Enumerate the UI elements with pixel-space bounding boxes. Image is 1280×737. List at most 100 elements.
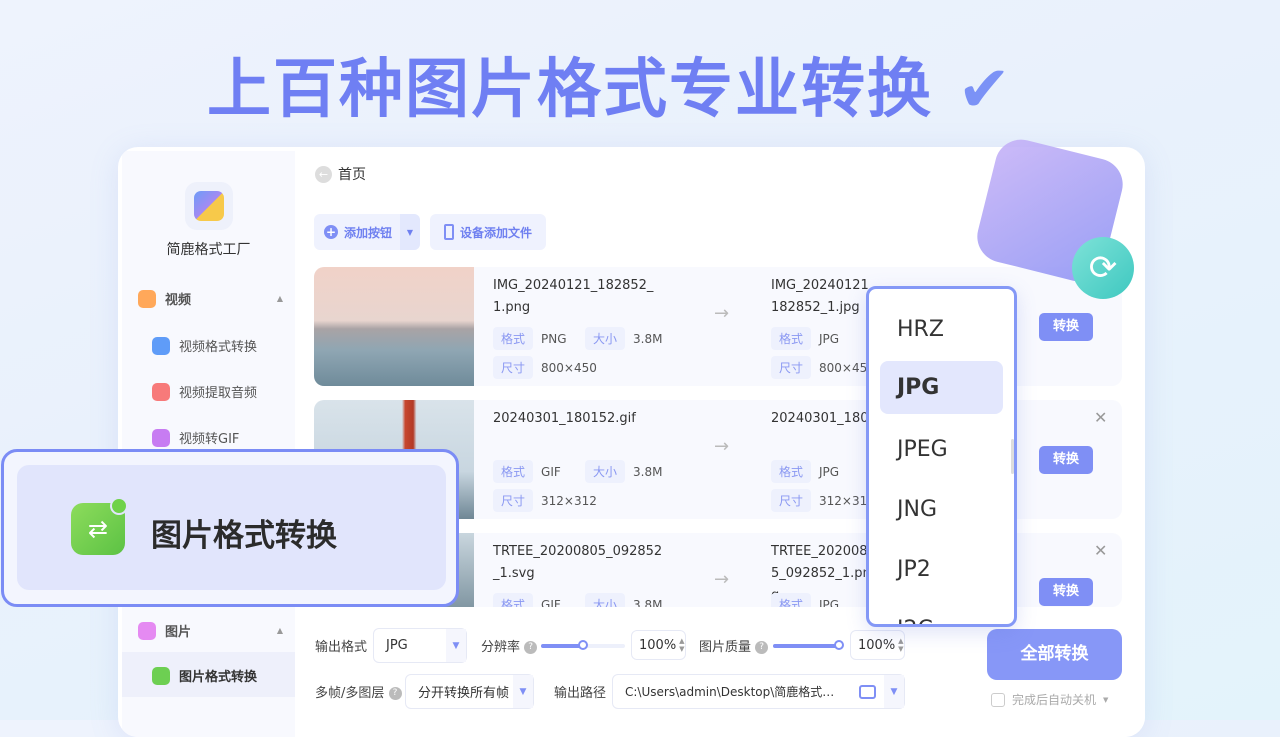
resolution-input[interactable]: 100%▲▼ — [631, 630, 686, 660]
dropdown-scrollbar[interactable] — [1011, 439, 1014, 474]
source-format: 格式 GIF — [493, 460, 561, 483]
folder-icon[interactable] — [859, 685, 876, 699]
target-filename: IMG_20240121_182852_1.jpg — [771, 275, 881, 319]
tag-value: JPG — [819, 465, 839, 479]
sidebar-item-image-convert[interactable]: 图片格式转换 — [152, 666, 257, 685]
collapse-icon: ▲ — [277, 626, 283, 635]
tag-label: 格式 — [493, 460, 533, 483]
remove-icon[interactable]: ✕ — [1094, 541, 1107, 560]
sidebar: 简鹿格式工厂 视频▲ 视频格式转换 视频提取音频 视频转GIF 图片▲ 图片格式… — [122, 151, 295, 737]
dropdown-option[interactable]: HRZ — [897, 317, 944, 342]
tag-value: 3.8M — [633, 332, 662, 346]
image-icon — [138, 622, 156, 640]
resolution-slider[interactable] — [541, 644, 625, 648]
app-logo-icon — [185, 182, 233, 230]
help-icon[interactable]: ? — [524, 641, 537, 654]
add-label: 添加按钮 — [344, 224, 392, 241]
sidebar-item-video-gif[interactable]: 视频转GIF — [152, 428, 239, 447]
tag-value: PNG — [541, 332, 567, 346]
source-size: 大小3.8M — [585, 460, 662, 483]
stepper-icon[interactable]: ▲▼ — [898, 637, 903, 653]
help-icon[interactable]: ? — [389, 687, 402, 700]
thumbnail-image — [314, 267, 474, 386]
sidebar-item-extract-audio[interactable]: 视频提取音频 — [152, 382, 257, 401]
tag-label: 格式 — [771, 593, 811, 607]
format-dropdown[interactable]: HRZ JPG JPEG JNG JP2 J2C — [866, 286, 1017, 627]
chevron-down-icon[interactable]: ▼ — [1103, 696, 1108, 704]
output-format-select[interactable]: JPG▼ — [373, 628, 467, 663]
item-label: 视频格式转换 — [179, 336, 257, 355]
device-add-button[interactable]: 设备添加文件 — [430, 214, 546, 250]
output-path-value: C:\Users\admin\Desktop\简鹿格式… — [625, 683, 834, 700]
back-label: 首页 — [338, 164, 366, 184]
slider-fill — [773, 644, 839, 648]
source-dims: 尺寸800×450 — [493, 356, 597, 379]
tag-label: 大小 — [585, 327, 625, 350]
chevron-down-icon: ▼ — [884, 675, 904, 708]
auto-shutdown-label: 完成后自动关机 — [1012, 691, 1096, 708]
video-convert-icon — [152, 337, 170, 355]
source-format: 格式 GIF — [493, 593, 561, 607]
slider-fill — [541, 644, 583, 648]
item-label: 视频转GIF — [179, 428, 239, 447]
slider-thumb[interactable] — [578, 640, 588, 650]
tag-label: 尺寸 — [493, 489, 533, 512]
back-button[interactable]: ← 首页 — [315, 164, 366, 184]
auto-shutdown-checkbox[interactable]: 完成后自动关机 ▼ — [991, 691, 1108, 708]
item-label: 图片格式转换 — [179, 666, 257, 685]
tag-value: GIF — [541, 465, 561, 479]
tag-value: JPG — [819, 332, 839, 346]
stepper-icon[interactable]: ▲▼ — [679, 637, 684, 653]
add-dropdown-icon[interactable]: ▼ — [400, 214, 420, 250]
dropdown-option[interactable]: J2C — [897, 617, 933, 627]
target-dims: 尺寸312×312 — [771, 489, 875, 512]
source-size: 大小 3.8M — [585, 327, 662, 350]
tag-label: 大小 — [585, 460, 625, 483]
tag-value: GIF — [541, 598, 561, 608]
target-format: 格式 JPG — [771, 460, 839, 483]
target-format: 格式JPG — [771, 593, 839, 607]
tag-label: 格式 — [493, 593, 533, 607]
checkbox[interactable] — [991, 693, 1005, 707]
convert-button[interactable]: 转换 — [1039, 578, 1093, 606]
dropdown-option[interactable]: JPEG — [897, 437, 948, 462]
sidebar-item-video-convert[interactable]: 视频格式转换 — [152, 336, 257, 355]
convert-button[interactable]: 转换 — [1039, 313, 1093, 341]
tag-label: 尺寸 — [771, 356, 811, 379]
dropdown-option[interactable]: JP2 — [897, 557, 931, 582]
slider-thumb[interactable] — [834, 640, 844, 650]
dropdown-option-selected[interactable]: JPG — [880, 361, 1003, 414]
dropdown-option[interactable]: JNG — [897, 497, 937, 522]
output-path-field[interactable]: C:\Users\admin\Desktop\简鹿格式… ▼ — [612, 674, 905, 709]
source-dims: 尺寸312×312 — [493, 489, 597, 512]
checkmark-icon: ✔ — [957, 53, 1013, 127]
frames-label-text: 多帧/多图层 — [315, 686, 384, 701]
output-format-value: JPG — [386, 638, 408, 653]
item-label: 视频提取音频 — [179, 382, 257, 401]
output-path-label: 输出路径 — [554, 682, 606, 701]
remove-icon[interactable]: ✕ — [1094, 408, 1107, 427]
source-filename: IMG_20240121_182852_1.png — [493, 275, 663, 319]
quality-slider[interactable] — [773, 644, 839, 648]
group-label: 视频 — [165, 289, 191, 308]
arrow-right-icon: → — [714, 303, 729, 324]
convert-button[interactable]: 转换 — [1039, 446, 1093, 474]
quality-input[interactable]: 100%▲▼ — [850, 630, 905, 660]
headline-text: 上百种图片格式专业转换 — [207, 53, 933, 127]
settings-panel: 输出格式 JPG▼ 分辨率 ? 100%▲▼ 图片质量 ? 100%▲▼ 多帧/… — [295, 607, 1145, 737]
frames-select[interactable]: 分开转换所有帧▼ — [405, 674, 534, 709]
sidebar-group-video[interactable]: 视频▲ — [138, 289, 283, 308]
feature-callout: ⇄ 图片格式转换 — [1, 449, 459, 607]
frames-value: 分开转换所有帧 — [418, 682, 509, 701]
source-filename: 20240301_180152.gif — [493, 408, 663, 430]
icon-dot — [110, 497, 128, 515]
headline: 上百种图片格式专业转换 ✔ — [0, 38, 1220, 130]
sidebar-group-image[interactable]: 图片▲ — [138, 621, 283, 640]
tag-label: 格式 — [493, 327, 533, 350]
tag-label: 格式 — [771, 460, 811, 483]
add-button[interactable]: +添加按钮▼ — [314, 214, 420, 250]
video-icon — [138, 290, 156, 308]
help-icon[interactable]: ? — [755, 641, 768, 654]
convert-all-button[interactable]: 全部转换 — [987, 629, 1122, 680]
back-arrow-icon: ← — [315, 166, 332, 183]
